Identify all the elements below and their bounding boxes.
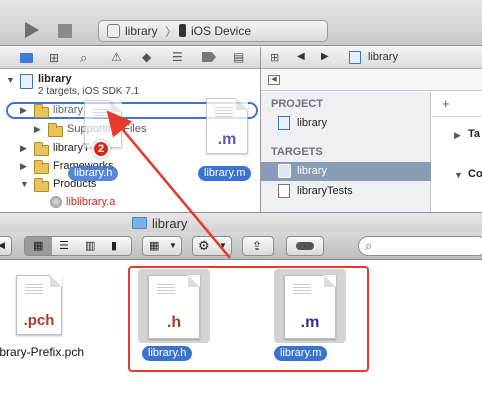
drag-arrow [106,110,231,259]
